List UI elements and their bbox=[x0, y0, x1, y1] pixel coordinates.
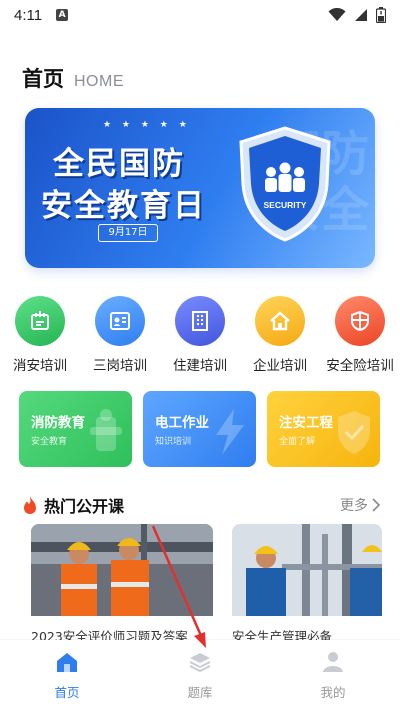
more-link[interactable]: 更多 bbox=[340, 495, 380, 515]
section-header: 热门公开课 更多 bbox=[22, 492, 380, 518]
shield-text: SECURITY bbox=[264, 200, 307, 210]
feature-subtitle: 全面了解 bbox=[279, 437, 316, 447]
home-icon bbox=[255, 296, 305, 346]
feature-subtitle: 安全教育 bbox=[31, 437, 68, 447]
page-subtitle: HOME bbox=[74, 73, 124, 90]
lightning-icon bbox=[216, 409, 244, 455]
id-card-icon bbox=[95, 296, 145, 346]
status-bar: 4:11 A bbox=[0, 0, 400, 30]
course-card-2[interactable] bbox=[232, 524, 382, 616]
category-label: 安全险培训 bbox=[326, 358, 394, 374]
home-icon bbox=[53, 648, 81, 676]
battery-icon bbox=[376, 7, 386, 23]
more-label: 更多 bbox=[340, 498, 368, 514]
course-thumbnail-workers bbox=[31, 524, 213, 616]
bottom-nav: 首页 题库 我的 bbox=[0, 640, 400, 712]
status-icons bbox=[328, 7, 386, 23]
feature-card-fire[interactable]: 消防教育 安全教育 bbox=[19, 391, 132, 467]
feature-title: 消防教育 bbox=[31, 415, 85, 431]
wifi-icon bbox=[328, 8, 346, 21]
notification-icon: A bbox=[56, 9, 69, 21]
category-qiye[interactable]: 企业培训 bbox=[240, 296, 320, 374]
category-label: 住建培训 bbox=[173, 358, 227, 374]
course-caption: 2023安全评价师习题及答案 bbox=[31, 629, 188, 640]
category-grid: 消安培训 三岗培训 住建培训 企业培训 安全险培训 bbox=[0, 296, 400, 376]
security-shield-icon: SECURITY bbox=[239, 126, 331, 242]
banner-carousel[interactable]: 国防安全 ★ ★ ★ ★ ★ 全民国防 安全教育日 9月17日 SECURITY bbox=[25, 108, 375, 268]
chevron-right-icon bbox=[372, 498, 380, 512]
feature-title: 电工作业 bbox=[155, 415, 209, 431]
category-label: 企业培训 bbox=[253, 358, 307, 374]
banner-title-line2: 安全教育日 bbox=[41, 188, 206, 224]
shield-check-icon bbox=[338, 411, 370, 454]
category-zhujian[interactable]: 住建培训 bbox=[160, 296, 240, 374]
section-title: 热门公开课 bbox=[44, 497, 125, 516]
hydrant-icon bbox=[90, 409, 122, 451]
feature-title: 注安工程 bbox=[279, 415, 333, 431]
tab-label: 我的 bbox=[320, 685, 346, 700]
category-label: 三岗培训 bbox=[93, 358, 147, 374]
category-anquanxian[interactable]: 安全险培训 bbox=[320, 296, 400, 374]
flame-icon bbox=[24, 496, 36, 514]
cert-icon bbox=[15, 296, 65, 346]
page-header: 首页 HOME bbox=[22, 63, 124, 93]
category-sangang[interactable]: 三岗培训 bbox=[80, 296, 160, 374]
feature-card-electric[interactable]: 电工作业 知识培训 bbox=[143, 391, 256, 467]
status-time: 4:11 bbox=[14, 6, 43, 24]
tab-label: 题库 bbox=[187, 685, 213, 700]
user-icon bbox=[319, 648, 347, 676]
layers-icon bbox=[186, 648, 214, 676]
tab-profile[interactable]: 我的 bbox=[293, 648, 373, 701]
tab-label: 首页 bbox=[54, 685, 80, 700]
tab-question-bank[interactable]: 题库 bbox=[160, 648, 240, 701]
course-card-1[interactable] bbox=[31, 524, 213, 616]
building-icon bbox=[175, 296, 225, 346]
category-label: 消安培训 bbox=[13, 358, 67, 374]
banner-title-line1: 全民国防 bbox=[53, 146, 185, 182]
banner-stars: ★ ★ ★ ★ ★ bbox=[103, 120, 191, 130]
course-caption: 安全生产管理必备 bbox=[232, 629, 333, 640]
course-thumbnail-plant bbox=[232, 524, 382, 616]
signal-icon bbox=[355, 9, 367, 21]
category-xiaoan[interactable]: 消安培训 bbox=[0, 296, 80, 374]
tab-home[interactable]: 首页 bbox=[27, 648, 107, 701]
course-captions: 2023安全评价师习题及答案 安全生产管理必备 bbox=[0, 624, 400, 640]
page-title: 首页 bbox=[22, 67, 64, 91]
feature-card-safety[interactable]: 注安工程 全面了解 bbox=[267, 391, 380, 467]
shield-icon bbox=[335, 296, 385, 346]
banner-date: 9月17日 bbox=[98, 224, 158, 242]
feature-subtitle: 知识培训 bbox=[155, 437, 192, 447]
